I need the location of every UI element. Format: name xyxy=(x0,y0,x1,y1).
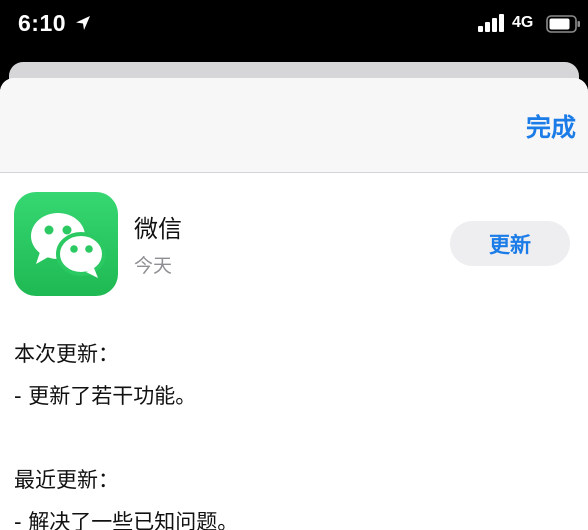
current-update-heading: 本次更新： xyxy=(14,342,119,366)
update-sheet: 完成 微信 今天 更新 本次更新： - 更新了若干功能。 最近更新： - 解决了… xyxy=(0,78,588,530)
release-notes: 本次更新： - 更新了若干功能。 最近更新： - 解决了一些已知问题。 xyxy=(14,333,574,530)
recent-update-heading: 最近更新： xyxy=(14,468,119,492)
app-name: 微信 xyxy=(134,215,182,243)
update-button[interactable]: 更新 xyxy=(450,221,570,266)
status-time: 6:10 xyxy=(18,10,67,36)
done-button[interactable]: 完成 xyxy=(526,108,576,144)
status-bar: 6:10 4G xyxy=(0,0,588,52)
wechat-icon[interactable] xyxy=(14,192,118,296)
nav-bar: 完成 xyxy=(0,78,588,172)
recent-update-item: - 解决了一些已知问题。 xyxy=(14,510,239,530)
notes-spacer xyxy=(14,417,574,459)
signal-bars-icon xyxy=(478,14,504,32)
location-arrow-icon xyxy=(76,16,90,30)
network-type: 4G xyxy=(512,14,534,31)
current-update-item: - 更新了若干功能。 xyxy=(14,384,197,408)
app-update-content: 微信 今天 更新 本次更新： - 更新了若干功能。 最近更新： - 解决了一些已… xyxy=(0,173,588,530)
app-update-date: 今天 xyxy=(134,255,173,277)
battery-icon xyxy=(546,15,580,33)
